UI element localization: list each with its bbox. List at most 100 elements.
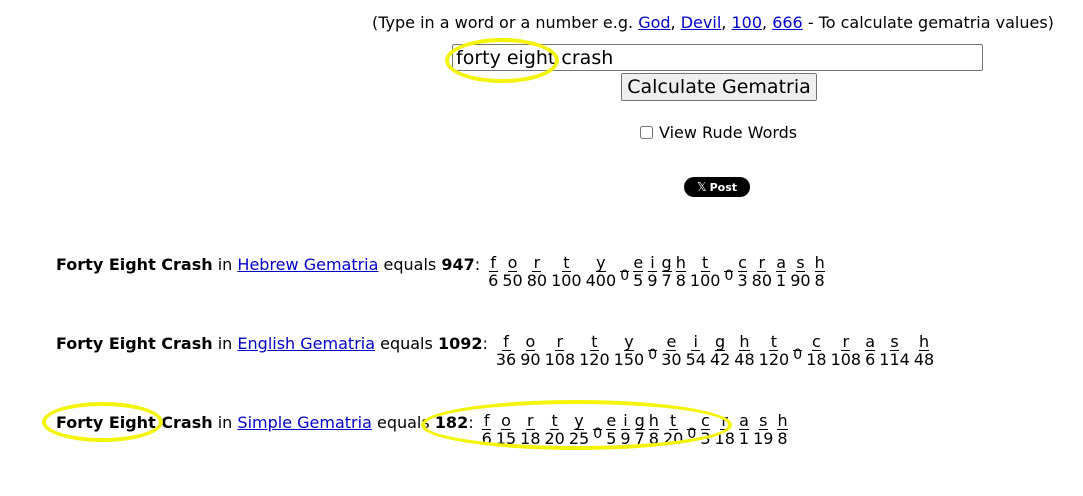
letter: g xyxy=(634,411,645,430)
search-hint: (Type in a word or a number e.g. God, De… xyxy=(372,13,1054,32)
letter-value-cell: h 48 xyxy=(734,332,754,369)
letter: h xyxy=(675,253,686,272)
letter-value: 108 xyxy=(830,350,862,369)
letter-value-cell: i 54 xyxy=(685,334,706,369)
letter-value: 9 xyxy=(620,429,631,448)
letter-value: 0 xyxy=(593,426,603,442)
letter: a xyxy=(739,411,749,430)
letter: h xyxy=(739,332,750,351)
letter-value: 100 xyxy=(551,271,582,290)
hint-suffix: - To calculate gematria values) xyxy=(807,13,1054,32)
letter-value-cell: y 150 xyxy=(614,334,645,369)
view-rude-words-checkbox[interactable] xyxy=(640,126,653,139)
letter: f xyxy=(488,253,498,272)
letter-value: 108 xyxy=(544,350,576,369)
letter-value-cell: g7 xyxy=(661,253,672,290)
letter-value-cell: t 120 xyxy=(579,334,610,369)
letter-value: 20 xyxy=(544,429,565,448)
cipher-link[interactable]: English Gematria xyxy=(237,334,375,353)
calculate-gematria-button[interactable]: Calculate Gematria xyxy=(621,73,817,101)
x-post-button[interactable]: 𝕏 Post xyxy=(684,177,750,197)
letter: a xyxy=(776,253,786,272)
result-row: Forty Eight Crash in English Gematria eq… xyxy=(56,332,936,369)
letter-value: 9 xyxy=(647,271,658,290)
letter: t xyxy=(668,411,678,430)
letter: g xyxy=(715,332,726,351)
cipher-link[interactable]: Hebrew Gematria xyxy=(237,255,378,274)
cipher-link[interactable]: Simple Gematria xyxy=(237,413,371,432)
letter-value: 30 xyxy=(661,350,682,369)
letter: a xyxy=(865,332,876,351)
letter-value: 120 xyxy=(579,350,610,369)
result-equals: equals xyxy=(383,255,437,274)
letter-value-cell: a1 xyxy=(776,253,787,290)
letter-value-cell: _0 xyxy=(687,413,697,447)
hint-separator: , xyxy=(670,13,676,32)
letter: r xyxy=(532,253,542,272)
letter-value-cell: c 18 xyxy=(806,332,826,369)
result-description: Forty Eight Crash in Hebrew Gematria equ… xyxy=(56,255,481,274)
letter: c xyxy=(811,332,821,351)
search-input[interactable] xyxy=(452,44,983,71)
example-link-666[interactable]: 666 xyxy=(772,13,803,32)
letter-value-cell: i9 xyxy=(620,413,631,448)
letter-value-cell: s 90 xyxy=(790,255,810,290)
letter-breakdown: f6o50r80t100y400_0e5i9g7h8t100_0c3r80a1s… xyxy=(486,253,827,290)
letter-breakdown: f36o90r108t120y150_0e30i54g42h48t120_0c1… xyxy=(494,332,936,369)
example-link-god[interactable]: God xyxy=(638,13,670,32)
letter-value: 18 xyxy=(714,429,735,448)
result-in: in xyxy=(217,255,233,274)
letter-value: 8 xyxy=(648,429,659,448)
letter-value: 3 xyxy=(700,429,711,448)
result-row: Forty Eight Crash in Hebrew Gematria equ… xyxy=(56,253,827,290)
letter-value-cell: r 108 xyxy=(544,332,576,369)
letter-value-cell: t 20 xyxy=(544,413,565,448)
letter: e xyxy=(666,332,677,351)
letter: r xyxy=(555,332,565,351)
letter: y xyxy=(596,253,606,272)
letter: r xyxy=(525,411,535,430)
result-total: 1092 xyxy=(437,334,483,353)
hint-prefix: (Type in a word or a number e.g. xyxy=(372,13,634,32)
letter-value-cell: h 48 xyxy=(914,334,934,369)
letter-value: 400 xyxy=(585,271,617,290)
letter-value-cell: i9 xyxy=(647,255,658,290)
letter: g xyxy=(661,253,672,272)
letter-value: 100 xyxy=(689,271,721,290)
letter-value-cell: f6 xyxy=(481,413,492,448)
letter-value-cell: r 18 xyxy=(520,411,541,448)
x-post-label: Post xyxy=(709,180,738,194)
letter: c xyxy=(700,411,710,430)
letter-value-cell: f6 xyxy=(488,253,498,290)
letter-value-cell: y 25 xyxy=(569,413,589,448)
letter: e xyxy=(633,253,644,272)
letter-value: 36 xyxy=(495,350,517,369)
letter-value-cell: o 15 xyxy=(495,413,517,448)
example-link-100[interactable]: 100 xyxy=(731,13,762,32)
letter: r xyxy=(720,411,730,430)
letter: f xyxy=(501,332,511,351)
letter-value-cell: t 100 xyxy=(689,255,721,290)
example-link-devil[interactable]: Devil xyxy=(681,13,722,32)
letter-breakdown: f6o15r18t20y25_0e5i9g7h8t20_0c3r18a1s19h… xyxy=(480,411,790,448)
letter-value-cell: r 80 xyxy=(526,253,548,290)
letter-value: 15 xyxy=(495,429,517,448)
letter-value: 8 xyxy=(777,429,788,448)
letter-value: 8 xyxy=(675,271,686,290)
letter-value-cell: c3 xyxy=(700,411,711,448)
letter: i xyxy=(621,413,630,430)
letter: i xyxy=(647,255,657,272)
view-rude-words-option[interactable]: View Rude Words xyxy=(639,123,797,142)
letter-value: 54 xyxy=(685,350,706,369)
letter-value-cell: e5 xyxy=(633,253,644,290)
letter-value: 1 xyxy=(776,271,787,290)
letter: r xyxy=(757,253,767,272)
letter-value-cell: t 120 xyxy=(758,334,790,369)
letter-value: 18 xyxy=(520,429,541,448)
letter-value: 5 xyxy=(633,271,644,290)
result-equals: equals xyxy=(376,413,430,432)
letter-value: 6 xyxy=(481,429,492,448)
letter-value-cell: o 90 xyxy=(520,334,540,369)
letter-value: 120 xyxy=(758,350,790,369)
letter-value: 80 xyxy=(526,271,548,290)
